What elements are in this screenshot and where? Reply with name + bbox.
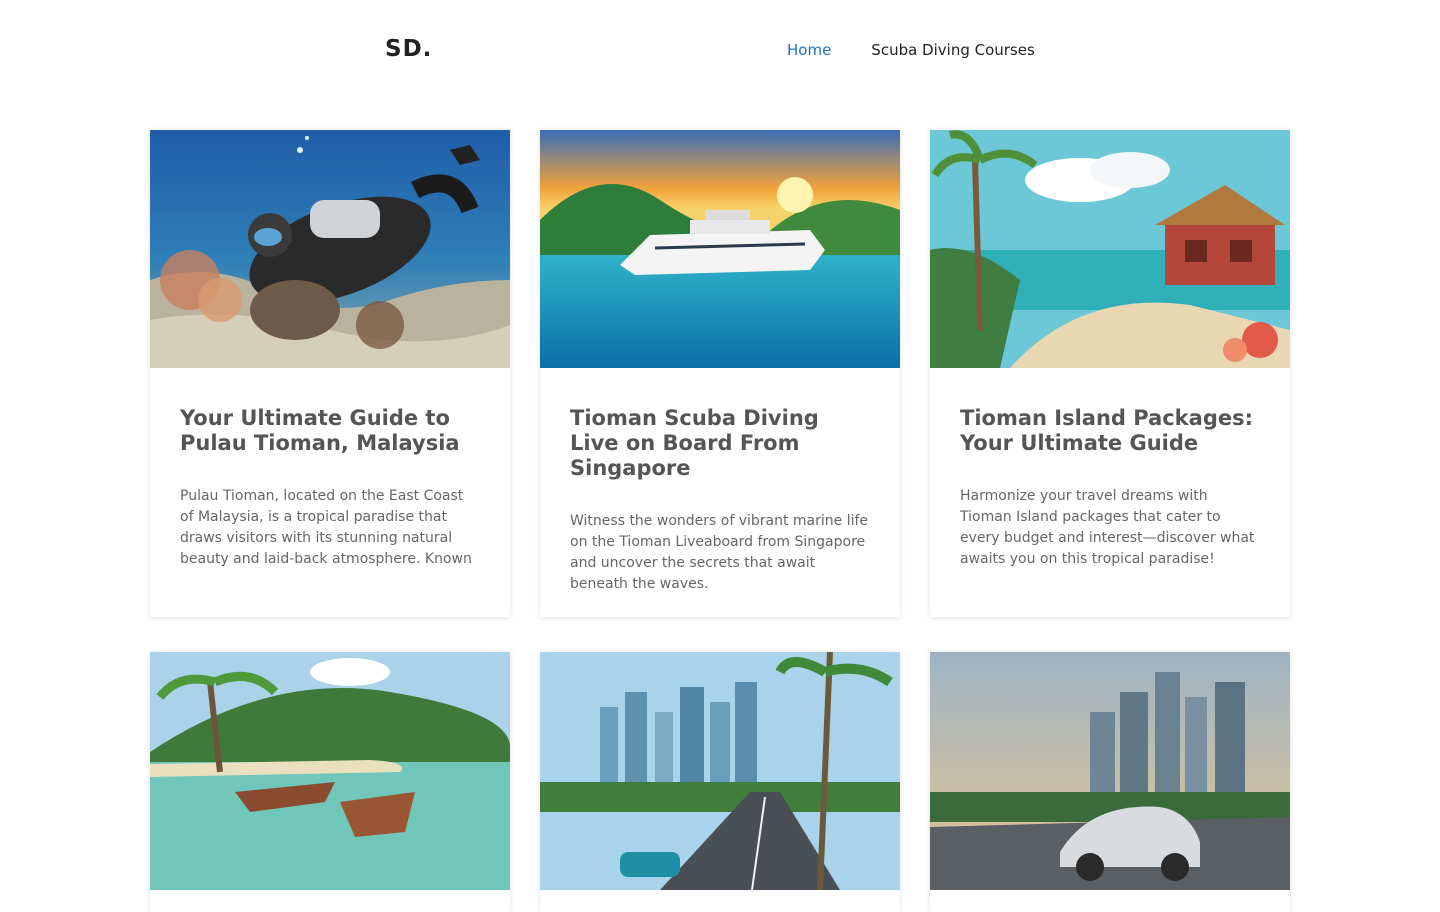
nav-scuba-diving-courses[interactable]: Scuba Diving Courses [871,41,1035,59]
post-thumbnail-yacht[interactable] [540,130,900,368]
post-thumbnail-city-road[interactable] [540,652,900,890]
post-excerpt: Witness the wonders of vibrant marine li… [570,513,869,592]
post-excerpt: Pulau Tioman, located on the East Coast … [180,488,472,567]
post-title[interactable]: Your Ultimate Guide to Pulau Tioman, Mal… [180,406,480,456]
site-header: SD. Home Scuba Diving Courses [0,0,1440,100]
main-nav: Home Scuba Diving Courses [787,41,1035,59]
nav-home[interactable]: Home [787,41,831,59]
post-thumbnail-boats[interactable] [150,652,510,890]
post-thumbnail-beach-hut[interactable] [930,130,1290,368]
post-card[interactable]: Your Ultimate Guide to Pulau Tioman, Mal… [150,130,510,617]
post-card[interactable] [150,652,510,912]
post-card[interactable]: Tioman Island Packages: Your Ultimate Gu… [930,130,1290,617]
post-title[interactable]: Tioman Scuba Diving Live on Board From S… [570,406,870,481]
post-thumbnail-car-skyline[interactable] [930,652,1290,890]
post-title[interactable]: Tioman Island Packages: Your Ultimate Gu… [960,406,1260,456]
post-card[interactable] [540,652,900,912]
post-grid: Your Ultimate Guide to Pulau Tioman, Mal… [150,130,1290,912]
post-excerpt: Harmonize your travel dreams with Tioman… [960,488,1255,567]
post-thumbnail-diver[interactable] [150,130,510,368]
post-card[interactable]: Tioman Scuba Diving Live on Board From S… [540,130,900,617]
site-logo[interactable]: SD. [385,36,432,62]
post-card[interactable] [930,652,1290,912]
